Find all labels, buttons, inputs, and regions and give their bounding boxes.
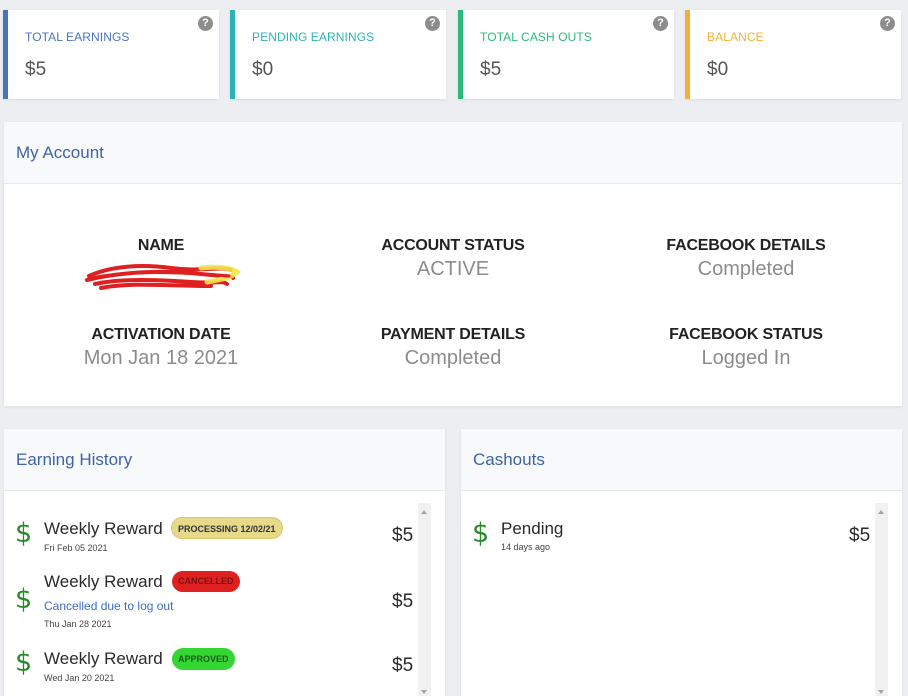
earning-amount: $5 xyxy=(392,591,414,612)
cashout-date: 14 days ago xyxy=(501,542,551,552)
earning-title: Weekly Reward xyxy=(44,519,163,538)
facebook-details-label: FACEBOOK DETAILS xyxy=(666,237,826,254)
cashout-title: Pending xyxy=(501,519,564,538)
payment-details-value: Completed xyxy=(404,347,502,369)
payment-details-label: PAYMENT DETAILS xyxy=(380,326,526,343)
help-icon[interactable]: ? xyxy=(880,16,895,31)
status-badge-processing: PROCESSING 12/02/21 xyxy=(171,517,283,539)
help-icon[interactable]: ? xyxy=(198,16,213,31)
total-cash-outs-label: TOTAL CASH OUTS xyxy=(480,30,592,44)
account-status-value: ACTIVE xyxy=(416,258,490,280)
facebook-status-field: FACEBOOK STATUS Logged In xyxy=(626,326,866,370)
earning-title: Weekly Reward xyxy=(44,572,163,591)
earning-date: Fri Feb 05 2021 xyxy=(44,543,108,553)
dollar-icon: $ xyxy=(15,584,33,615)
earning-amount: $5 xyxy=(392,525,414,546)
facebook-details-field: FACEBOOK DETAILS Completed xyxy=(626,237,866,281)
cashouts-header: Cashouts xyxy=(461,429,902,491)
balance-value: $0 xyxy=(707,59,729,80)
earning-date: Thu Jan 28 2021 xyxy=(44,619,112,629)
payment-details-field: PAYMENT DETAILS Completed xyxy=(333,326,573,370)
name-label: NAME xyxy=(137,237,185,254)
redacted-name-scribble xyxy=(85,264,241,290)
earning-history-header: Earning History xyxy=(4,429,445,491)
balance-label: BALANCE xyxy=(707,30,764,44)
my-account-title: My Account xyxy=(16,143,104,162)
activation-date-field: ACTIVATION DATE Mon Jan 18 2021 xyxy=(41,326,281,370)
my-account-panel: My Account NAME ACCOUNT STATUS ACTIVE FA… xyxy=(4,122,902,406)
pending-earnings-card: PENDING EARNINGS $0 ? xyxy=(230,10,446,99)
account-status-field: ACCOUNT STATUS ACTIVE xyxy=(333,237,573,281)
total-earnings-card: TOTAL EARNINGS $5 ? xyxy=(3,10,219,99)
earning-amount: $5 xyxy=(392,655,414,676)
status-badge-approved: APPROVED xyxy=(172,648,235,670)
pending-earnings-label: PENDING EARNINGS xyxy=(252,30,375,44)
help-icon[interactable]: ? xyxy=(425,16,440,31)
total-cash-outs-card: TOTAL CASH OUTS $5 ? xyxy=(458,10,674,99)
dollar-icon: $ xyxy=(15,647,33,678)
my-account-header: My Account xyxy=(4,122,902,184)
earning-history-title: Earning History xyxy=(16,450,133,469)
help-icon[interactable]: ? xyxy=(653,16,668,31)
balance-card: BALANCE $0 ? xyxy=(685,10,901,99)
activation-date-label: ACTIVATION DATE xyxy=(91,326,231,343)
account-status-label: ACCOUNT STATUS xyxy=(381,237,525,254)
total-earnings-value: $5 xyxy=(25,59,47,80)
earning-note: Cancelled due to log out xyxy=(44,599,174,613)
earning-history-scrollbar[interactable] xyxy=(418,503,431,696)
total-cash-outs-value: $5 xyxy=(480,59,502,80)
scroll-down-arrow-icon[interactable] xyxy=(878,690,884,694)
scroll-up-arrow-icon[interactable] xyxy=(878,510,884,514)
earning-date: Wed Jan 20 2021 xyxy=(44,673,115,683)
dollar-icon: $ xyxy=(15,518,33,549)
earning-title: Weekly Reward xyxy=(44,649,163,668)
scroll-up-arrow-icon[interactable] xyxy=(421,510,427,514)
name-field: NAME xyxy=(41,237,281,294)
facebook-status-label: FACEBOOK STATUS xyxy=(669,326,823,343)
pending-earnings-value: $0 xyxy=(252,59,274,80)
scroll-down-arrow-icon[interactable] xyxy=(421,690,427,694)
activation-date-value: Mon Jan 18 2021 xyxy=(83,347,239,369)
facebook-details-value: Completed xyxy=(697,258,795,280)
status-badge-cancelled: CANCELLED xyxy=(172,571,240,592)
cashouts-title: Cashouts xyxy=(473,450,545,469)
cashouts-panel: Cashouts xyxy=(461,429,902,696)
cashout-amount: $5 xyxy=(849,525,871,546)
total-earnings-label: TOTAL EARNINGS xyxy=(25,30,130,44)
facebook-status-value: Logged In xyxy=(701,347,791,369)
cashouts-scrollbar[interactable] xyxy=(875,503,888,696)
dollar-icon: $ xyxy=(472,518,490,549)
